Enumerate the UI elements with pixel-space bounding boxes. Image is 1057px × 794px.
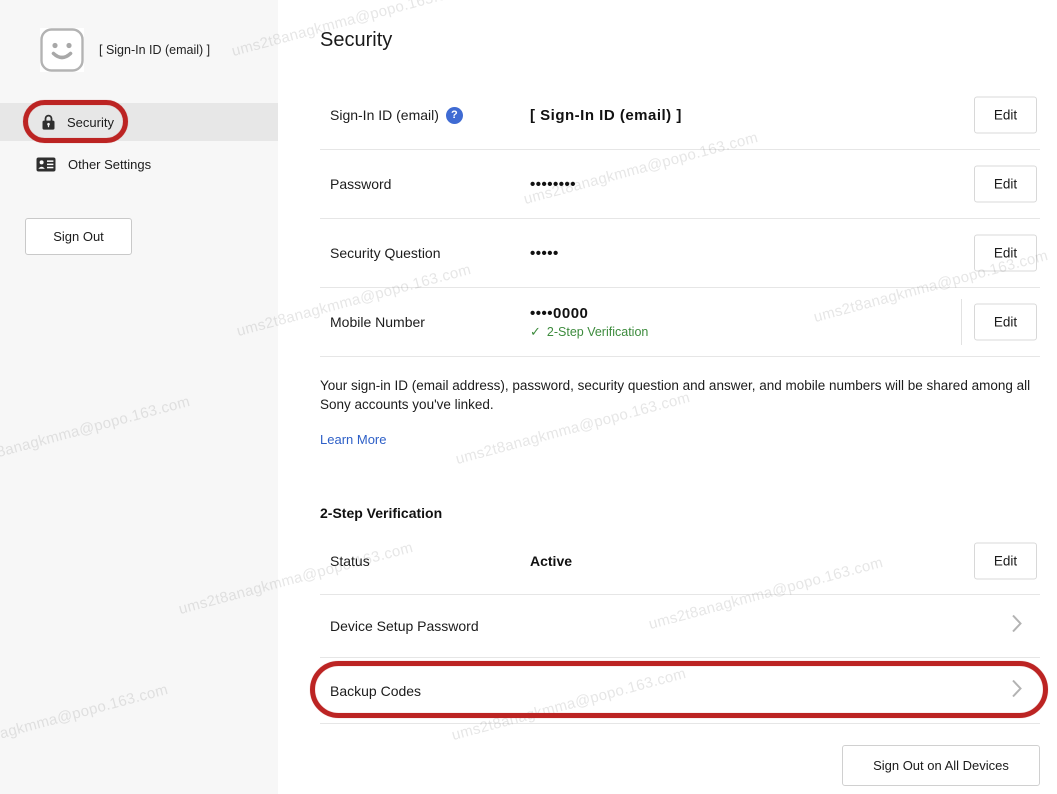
lock-icon: [42, 114, 55, 130]
row-status-label: Status: [330, 553, 530, 569]
sign-in-id-value: [ Sign-In ID (email) ]: [530, 107, 682, 124]
page-title: Security: [320, 26, 1040, 54]
chevron-right-icon: [1012, 615, 1022, 638]
help-icon[interactable]: ?: [446, 107, 463, 124]
security-rows: Sign-In ID (email) ? [ Sign-In ID (email…: [320, 81, 1040, 357]
row-sign-in-id: Sign-In ID (email) ? [ Sign-In ID (email…: [320, 81, 1040, 150]
main-content: Security Sign-In ID (email) ? [ Sign-In …: [320, 0, 1040, 786]
two-step-verified-badge-label: 2-Step Verification: [547, 325, 648, 339]
row-divider: [961, 299, 962, 345]
mobile-number-value: ••••0000: [530, 305, 648, 322]
bottom-bar: Sign Out on All Devices: [320, 745, 1040, 786]
learn-more-link[interactable]: Learn More: [320, 432, 386, 447]
edit-sign-in-id-button[interactable]: Edit: [974, 97, 1037, 134]
sidebar-item-security-label: Security: [67, 115, 114, 130]
edit-two-step-status-button[interactable]: Edit: [974, 542, 1037, 579]
check-icon: ✓: [530, 325, 541, 340]
row-password-label: Password: [330, 176, 530, 192]
sidebar-item-security[interactable]: Security: [0, 103, 278, 141]
edit-security-question-button[interactable]: Edit: [974, 235, 1037, 272]
device-setup-password-row[interactable]: Device Setup Password: [320, 595, 1040, 658]
shared-accounts-note: Your sign-in ID (email address), passwor…: [320, 376, 1040, 414]
backup-codes-row[interactable]: Backup Codes: [320, 658, 1040, 724]
backup-codes-label: Backup Codes: [330, 683, 421, 699]
mobile-number-value-stack: ••••0000 ✓ 2-Step Verification: [530, 305, 648, 340]
edit-password-button[interactable]: Edit: [974, 166, 1037, 203]
row-security-question-label: Security Question: [330, 245, 530, 261]
sign-out-all-devices-button[interactable]: Sign Out on All Devices: [842, 745, 1040, 786]
two-step-verified-badge: ✓ 2-Step Verification: [530, 325, 648, 340]
edit-mobile-number-button[interactable]: Edit: [974, 304, 1037, 341]
account-summary: [ Sign-In ID (email) ]: [40, 28, 210, 72]
row-mobile-number-label: Mobile Number: [330, 314, 530, 330]
device-setup-password-label: Device Setup Password: [330, 618, 479, 634]
row-two-step-status: Status Active Edit: [320, 527, 1040, 595]
row-sign-in-id-label: Sign-In ID (email): [330, 107, 439, 123]
row-mobile-number: Mobile Number ••••0000 ✓ 2-Step Verifica…: [320, 288, 1040, 357]
id-card-icon: [36, 157, 56, 172]
chevron-right-icon: [1012, 679, 1022, 702]
status-value: Active: [530, 553, 572, 569]
account-security-page: ums2t8anagkmma@popo.163.com ums2t8anagkm…: [0, 0, 1057, 794]
two-step-section-heading: 2-Step Verification: [320, 505, 1040, 521]
sidebar-item-other-settings-label: Other Settings: [68, 157, 151, 172]
row-password: Password •••••••• Edit: [320, 150, 1040, 219]
sidebar-item-other-settings[interactable]: Other Settings: [0, 145, 278, 183]
security-question-value: •••••: [530, 245, 559, 262]
row-sign-in-id-label-wrap: Sign-In ID (email) ?: [330, 107, 530, 124]
avatar: [40, 28, 84, 72]
account-signin-id-label: [ Sign-In ID (email) ]: [99, 43, 210, 57]
row-security-question: Security Question ••••• Edit: [320, 219, 1040, 288]
sidebar-nav: Security Other Settings: [0, 103, 278, 183]
sidebar: [ Sign-In ID (email) ] Security: [0, 0, 278, 794]
sign-out-button[interactable]: Sign Out: [25, 218, 132, 255]
password-value: ••••••••: [530, 176, 576, 193]
